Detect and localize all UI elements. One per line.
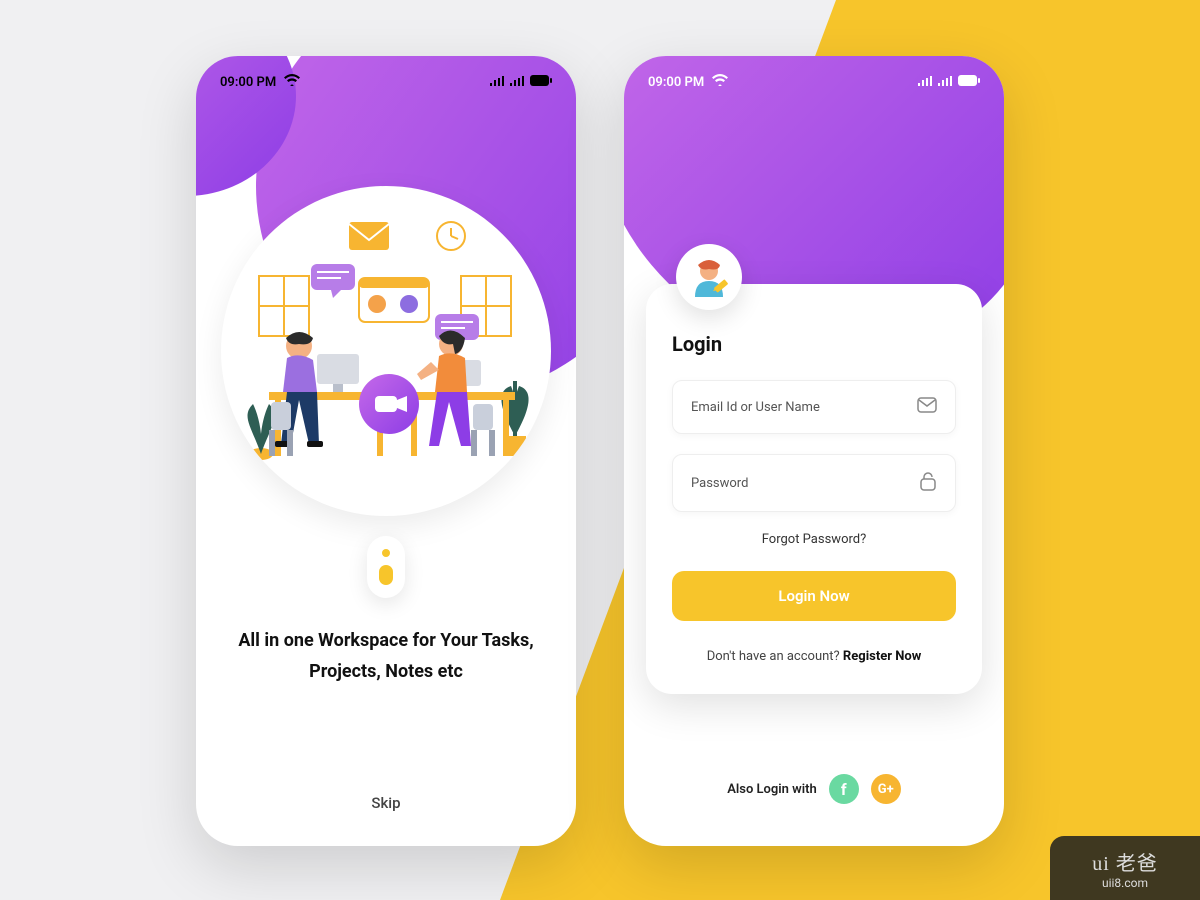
page-dot-active (379, 565, 393, 585)
battery-icon (958, 75, 980, 90)
status-bar: 09:00 PM (220, 74, 552, 90)
mail-icon (917, 397, 937, 417)
login-title: Login (672, 332, 956, 356)
phone-mockups-row: 09:00 PM (0, 56, 1200, 846)
watermark-url: uii8.com (1102, 876, 1148, 890)
avatar (676, 244, 742, 310)
phone-onboarding: 09:00 PM (196, 56, 576, 846)
wifi-icon (712, 74, 728, 90)
wifi-icon (284, 74, 300, 90)
signal-icon (490, 75, 504, 90)
watermark: ui 老爸 uii8.com (1050, 836, 1200, 900)
battery-icon (530, 75, 552, 90)
watermark-brand: ui 老爸 (1092, 847, 1158, 876)
facebook-icon[interactable]: f (829, 774, 859, 804)
email-placeholder: Email Id or User Name (691, 400, 820, 415)
login-card: Login Email Id or User Name Password For… (646, 284, 982, 694)
onboarding-illustration (221, 186, 551, 516)
password-field[interactable]: Password (672, 454, 956, 512)
status-time: 09:00 PM (648, 75, 704, 90)
signal-icon (510, 75, 524, 90)
lock-icon (919, 471, 937, 495)
page-indicator[interactable] (367, 536, 405, 598)
page-dot (382, 549, 390, 557)
signal-icon (938, 75, 952, 90)
phone-login: 09:00 PM (624, 56, 1004, 846)
register-prompt: Don't have an account? (707, 649, 843, 664)
register-line: Don't have an account? Register Now (672, 649, 956, 664)
status-bar: 09:00 PM (648, 74, 980, 90)
google-plus-icon[interactable]: G+ (871, 774, 901, 804)
email-field[interactable]: Email Id or User Name (672, 380, 956, 434)
onboarding-headline: All in one Workspace for Your Tasks, Pro… (226, 626, 546, 687)
signal-icon (918, 75, 932, 90)
password-placeholder: Password (691, 476, 748, 491)
forgot-password-link[interactable]: Forgot Password? (672, 532, 956, 547)
also-login-label: Also Login with (727, 782, 817, 797)
register-link[interactable]: Register Now (843, 649, 921, 664)
status-time: 09:00 PM (220, 75, 276, 90)
login-button[interactable]: Login Now (672, 571, 956, 621)
skip-button[interactable]: Skip (196, 794, 576, 812)
social-login-row: Also Login with f G+ (624, 774, 1004, 804)
